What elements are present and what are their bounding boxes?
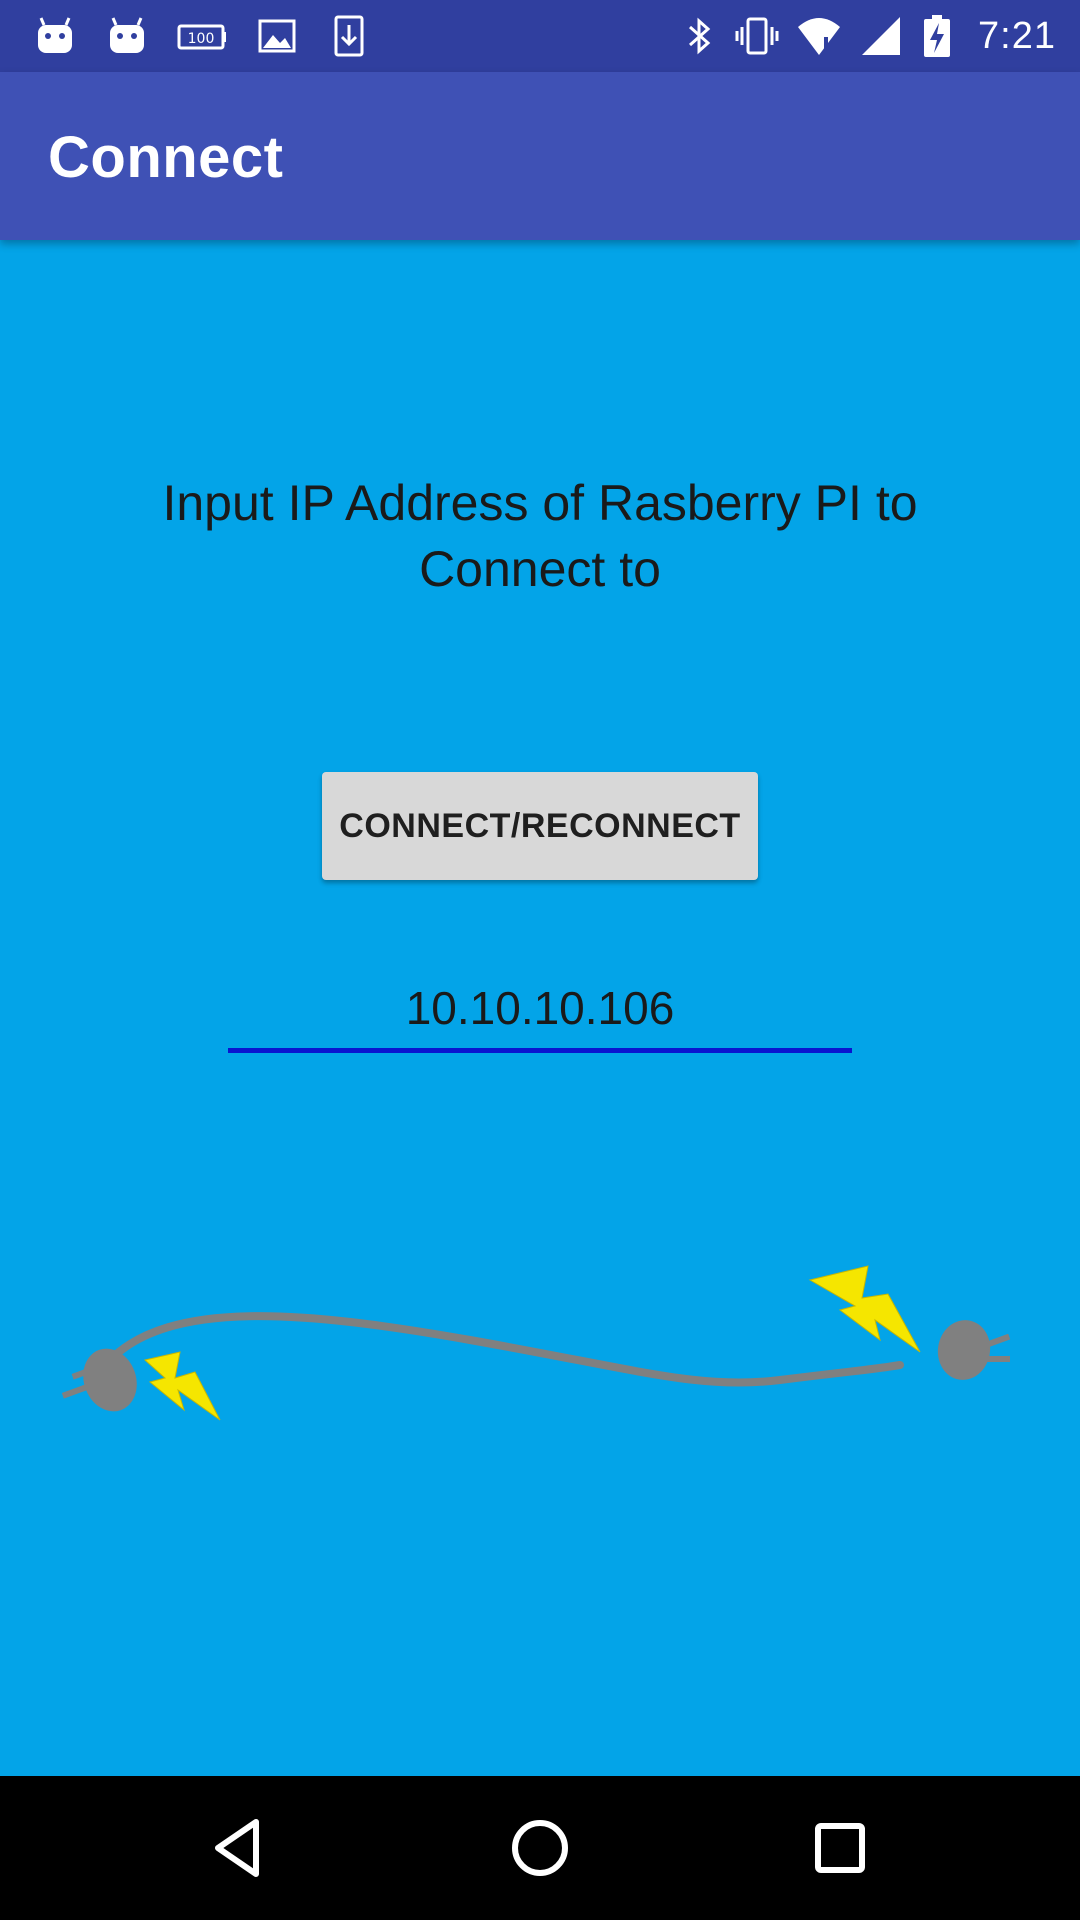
page-title: Connect [48,125,284,190]
status-bar: 100 7:21 [0,0,1080,72]
signal-icon [858,13,904,59]
download-icon [326,13,372,59]
android-icon [104,13,150,59]
instruction-text: Input IP Address of Rasberry PI to Conne… [162,475,918,597]
recents-icon[interactable] [804,1812,876,1884]
bluetooth-icon [682,13,718,59]
status-time: 7:21 [978,14,1056,57]
status-system: 7:21 [682,0,1056,72]
app-bar: Connect [0,72,1080,240]
ip-address-input[interactable]: 10.10.10.106 [228,970,852,1053]
navigation-bar [0,1776,1080,1920]
screen: 100 7:21 Connect Input IP Address of Ras… [0,0,1080,1920]
battery-charging-icon [920,13,954,59]
right-plug-icon [937,1320,1011,1380]
battery-100-icon: 100 [176,13,228,59]
status-notifications: 100 [32,0,398,72]
unplugged-cable-icon [61,1265,1011,1421]
wifi-icon [796,13,842,59]
left-plug-icon [61,1348,137,1412]
spark-icon [808,1265,921,1353]
back-icon[interactable] [204,1812,276,1884]
vibrate-icon [734,13,780,59]
android-icon [32,13,78,59]
svg-text:100: 100 [188,31,215,47]
home-icon[interactable] [504,1812,576,1884]
image-icon [254,13,300,59]
connect-reconnect-button[interactable]: CONNECT/RECONNECT [322,772,758,880]
spark-icon [143,1351,221,1421]
